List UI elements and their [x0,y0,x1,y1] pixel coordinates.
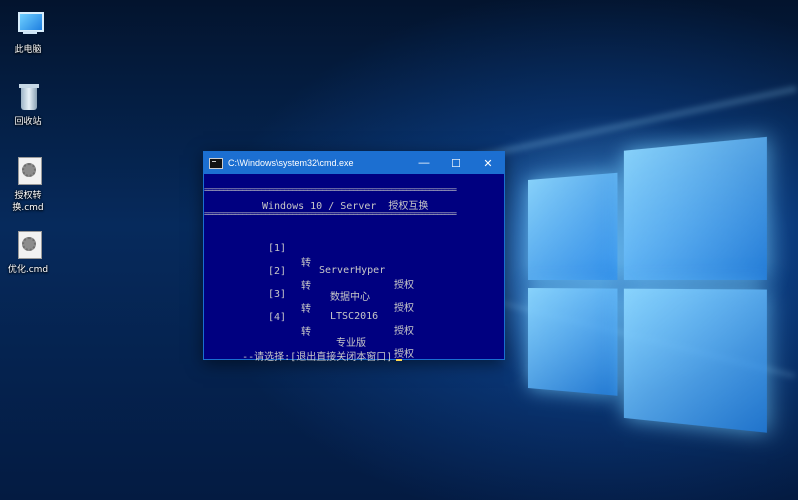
cmd-window[interactable]: C:\Windows\system32\cmd.exe — ☐ ✕ ======… [203,151,505,360]
option-number: [2] [268,266,286,277]
desktop-icon-label: 授权转换.cmd [0,190,56,214]
desktop-icon-recycle-bin[interactable]: 回收站 [0,82,56,128]
separator-line: ========================================… [204,209,504,218]
option-suffix: 授权 [394,299,414,314]
logo-pane [624,289,767,433]
desktop-icon-this-pc[interactable]: 此电脑 [0,10,56,56]
desktop-icon-auth-cmd[interactable]: 授权转换.cmd [0,156,56,214]
option-target: ServerHyper [319,265,385,276]
cmd-file-icon [12,156,44,186]
option-word: 转 [301,323,311,338]
minimize-button[interactable]: — [408,152,440,174]
close-button[interactable]: ✕ [472,152,504,174]
option-word: 转 [301,300,311,315]
computer-icon [12,10,44,40]
desktop-icon-optimize-cmd[interactable]: 优化.cmd [0,230,56,276]
maximize-button[interactable]: ☐ [440,152,472,174]
text-cursor [396,359,402,361]
prompt-text: --请选择:[退出直接关闭本窗口] [242,352,392,363]
option-number: [1] [268,243,286,254]
cmd-file-icon [12,230,44,260]
option-suffix: 授权 [394,322,414,337]
input-prompt[interactable]: --请选择:[退出直接关闭本窗口] [206,337,402,374]
window-title: C:\Windows\system32\cmd.exe [228,158,408,168]
windows-logo-wallpaper [528,136,779,425]
option-target: LTSC2016 [330,311,378,322]
option-number: [3] [268,289,286,300]
option-target: 数据中心 [330,288,370,303]
separator-line: ========================================… [204,185,504,194]
desktop-icon-label: 此电脑 [0,44,56,56]
cmd-icon [209,158,223,169]
logo-pane [528,173,617,280]
option-suffix: 授权 [394,276,414,291]
desktop-icon-label: 回收站 [0,116,56,128]
option-word: 转 [301,277,311,292]
recycle-bin-icon [12,82,44,112]
console-output[interactable]: ========================================… [204,174,504,359]
option-word: 转 [301,254,311,269]
logo-pane [624,137,767,280]
title-bar[interactable]: C:\Windows\system32\cmd.exe — ☐ ✕ [204,152,504,174]
desktop-icon-label: 优化.cmd [0,264,56,276]
option-number: [4] [268,312,286,323]
logo-pane [528,288,617,396]
